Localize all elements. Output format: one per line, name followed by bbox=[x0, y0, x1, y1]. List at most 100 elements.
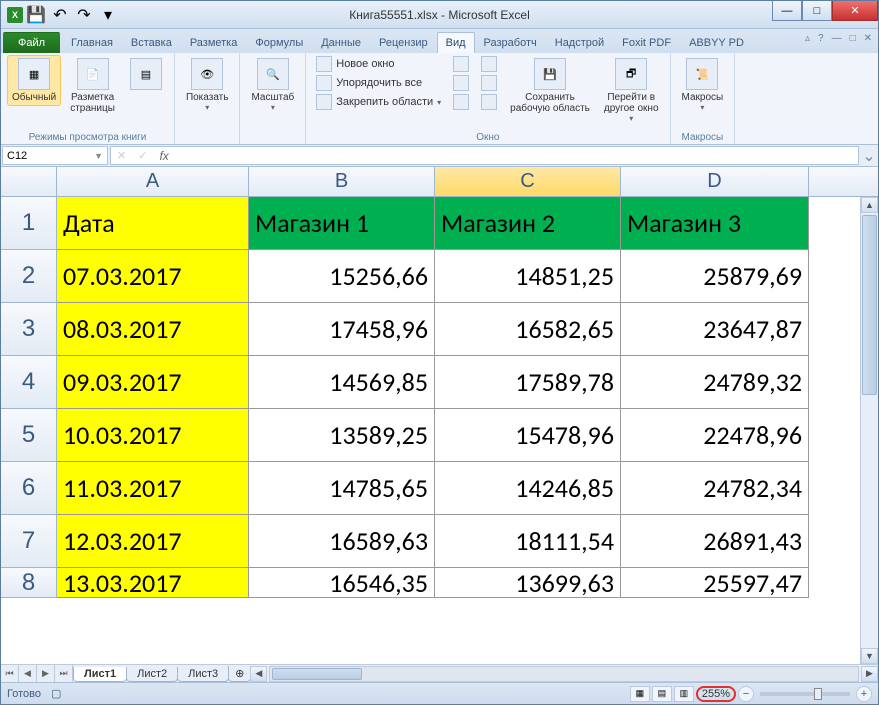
last-sheet-icon[interactable]: ⏭ bbox=[55, 665, 73, 682]
split-button[interactable] bbox=[449, 55, 473, 73]
tab-view[interactable]: Вид bbox=[437, 32, 475, 53]
cell[interactable]: Дата bbox=[57, 197, 249, 250]
redo-button[interactable]: ↷ bbox=[73, 4, 95, 26]
scroll-down-icon[interactable]: ▼ bbox=[861, 648, 878, 664]
cell[interactable]: Магазин 3 bbox=[621, 197, 809, 250]
macro-record-icon[interactable]: ▢ bbox=[51, 687, 61, 700]
scroll-left-icon[interactable]: ◀ bbox=[250, 666, 267, 682]
scroll-thumb[interactable] bbox=[862, 215, 877, 395]
cancel-formula-icon[interactable]: ✕ bbox=[111, 149, 132, 162]
select-all-corner[interactable] bbox=[1, 167, 57, 196]
tab-home[interactable]: Главная bbox=[62, 32, 122, 53]
workbook-minimize-icon[interactable]: — bbox=[830, 31, 844, 46]
save-button[interactable]: 💾 bbox=[25, 4, 47, 26]
column-header-c[interactable]: C bbox=[435, 167, 621, 196]
cell[interactable]: 17458,96 bbox=[249, 303, 435, 356]
zoom-thumb[interactable] bbox=[814, 688, 822, 700]
row-header[interactable]: 2 bbox=[1, 250, 57, 303]
freeze-panes-button[interactable]: Закрепить области bbox=[312, 93, 445, 111]
zoom-button[interactable]: 🔍 Масштаб bbox=[246, 55, 299, 115]
cell[interactable]: Магазин 2 bbox=[435, 197, 621, 250]
tab-formulas[interactable]: Формулы bbox=[246, 32, 312, 53]
row-header[interactable]: 5 bbox=[1, 409, 57, 462]
cell[interactable]: 07.03.2017 bbox=[57, 250, 249, 303]
sync-scroll-button[interactable] bbox=[477, 74, 501, 92]
fx-icon[interactable]: fx bbox=[153, 149, 174, 163]
cell[interactable]: 22478,96 bbox=[621, 409, 809, 462]
reset-pos-button[interactable] bbox=[477, 93, 501, 111]
tab-data[interactable]: Данные bbox=[312, 32, 370, 53]
row-header[interactable]: 8 bbox=[1, 568, 57, 598]
switch-windows-button[interactable]: 🗗 Перейти в другое окно bbox=[599, 55, 664, 126]
formula-input[interactable] bbox=[175, 150, 858, 162]
workbook-close-icon[interactable]: ✕ bbox=[862, 31, 874, 46]
next-sheet-icon[interactable]: ▶ bbox=[37, 665, 55, 682]
cell[interactable]: 25597,47 bbox=[621, 568, 809, 598]
page-break-view-icon[interactable]: ▥ bbox=[674, 686, 694, 702]
tab-foxit[interactable]: Foxit PDF bbox=[613, 32, 680, 53]
cell[interactable]: 11.03.2017 bbox=[57, 462, 249, 515]
enter-formula-icon[interactable]: ✓ bbox=[132, 149, 153, 162]
cell[interactable]: 12.03.2017 bbox=[57, 515, 249, 568]
cell[interactable]: 24782,34 bbox=[621, 462, 809, 515]
cell[interactable]: 10.03.2017 bbox=[57, 409, 249, 462]
cell[interactable]: 23647,87 bbox=[621, 303, 809, 356]
row-header[interactable]: 4 bbox=[1, 356, 57, 409]
cell[interactable]: 16582,65 bbox=[435, 303, 621, 356]
column-header-d[interactable]: D bbox=[621, 167, 809, 196]
cell[interactable]: 14246,85 bbox=[435, 462, 621, 515]
cell[interactable]: 25879,69 bbox=[621, 250, 809, 303]
tab-abbyy[interactable]: ABBYY PD bbox=[680, 32, 753, 53]
cell[interactable]: 18111,54 bbox=[435, 515, 621, 568]
maximize-button[interactable]: □ bbox=[802, 1, 832, 21]
ribbon-minimize-icon[interactable]: ▵ bbox=[803, 31, 812, 46]
unhide-button[interactable] bbox=[449, 93, 473, 111]
new-window-button[interactable]: Новое окно bbox=[312, 55, 445, 73]
scroll-up-icon[interactable]: ▲ bbox=[861, 197, 878, 213]
cell[interactable]: 15478,96 bbox=[435, 409, 621, 462]
row-header[interactable]: 7 bbox=[1, 515, 57, 568]
tab-file[interactable]: Файл bbox=[3, 32, 60, 53]
zoom-in-button[interactable]: + bbox=[856, 686, 872, 702]
cell[interactable]: 16589,63 bbox=[249, 515, 435, 568]
scroll-right-icon[interactable]: ▶ bbox=[861, 666, 878, 682]
tab-developer[interactable]: Разработч bbox=[475, 32, 546, 53]
sheet-tab[interactable]: Лист2 bbox=[126, 667, 178, 682]
cell[interactable]: 17589,78 bbox=[435, 356, 621, 409]
show-button[interactable]: 👁 Показать bbox=[181, 55, 234, 115]
qat-customize-icon[interactable]: ▾ bbox=[97, 4, 119, 26]
tab-addins[interactable]: Надстрой bbox=[546, 32, 613, 53]
prev-sheet-icon[interactable]: ◀ bbox=[19, 665, 37, 682]
row-header[interactable]: 6 bbox=[1, 462, 57, 515]
page-layout-button[interactable]: 📄 Разметка страницы bbox=[65, 55, 120, 117]
tab-layout[interactable]: Разметка bbox=[181, 32, 247, 53]
cell[interactable]: 14785,65 bbox=[249, 462, 435, 515]
horizontal-scrollbar[interactable]: ◀ ▶ bbox=[250, 665, 878, 682]
page-layout-view-icon[interactable]: ▤ bbox=[652, 686, 672, 702]
zoom-out-button[interactable]: − bbox=[738, 686, 754, 702]
first-sheet-icon[interactable]: ⏮ bbox=[1, 665, 19, 682]
help-icon[interactable]: ? bbox=[816, 31, 826, 46]
minimize-button[interactable]: — bbox=[772, 1, 802, 21]
cell[interactable]: 16546,35 bbox=[249, 568, 435, 598]
sheet-tab[interactable]: Лист1 bbox=[73, 667, 127, 682]
zoom-level[interactable]: 255% bbox=[696, 686, 736, 702]
row-header[interactable]: 1 bbox=[1, 197, 57, 250]
compare-button[interactable] bbox=[477, 55, 501, 73]
macros-button[interactable]: 📜 Макросы bbox=[677, 55, 729, 115]
cell[interactable]: 13589,25 bbox=[249, 409, 435, 462]
save-workspace-button[interactable]: 💾 Сохранить рабочую область bbox=[505, 55, 595, 117]
cell[interactable]: Магазин 1 bbox=[249, 197, 435, 250]
zoom-slider[interactable] bbox=[760, 692, 850, 696]
scroll-thumb[interactable] bbox=[272, 668, 362, 680]
cell[interactable]: 26891,43 bbox=[621, 515, 809, 568]
cell[interactable]: 14569,85 bbox=[249, 356, 435, 409]
tab-review[interactable]: Рецензир bbox=[370, 32, 437, 53]
new-sheet-button[interactable]: ⊕ bbox=[228, 666, 251, 682]
chevron-down-icon[interactable]: ▼ bbox=[94, 151, 103, 161]
normal-view-icon[interactable]: ▦ bbox=[630, 686, 650, 702]
tab-insert[interactable]: Вставка bbox=[122, 32, 181, 53]
name-box[interactable]: C12 ▼ bbox=[2, 146, 108, 165]
column-header-a[interactable]: A bbox=[57, 167, 249, 196]
normal-view-button[interactable]: ▦ Обычный bbox=[7, 55, 61, 106]
